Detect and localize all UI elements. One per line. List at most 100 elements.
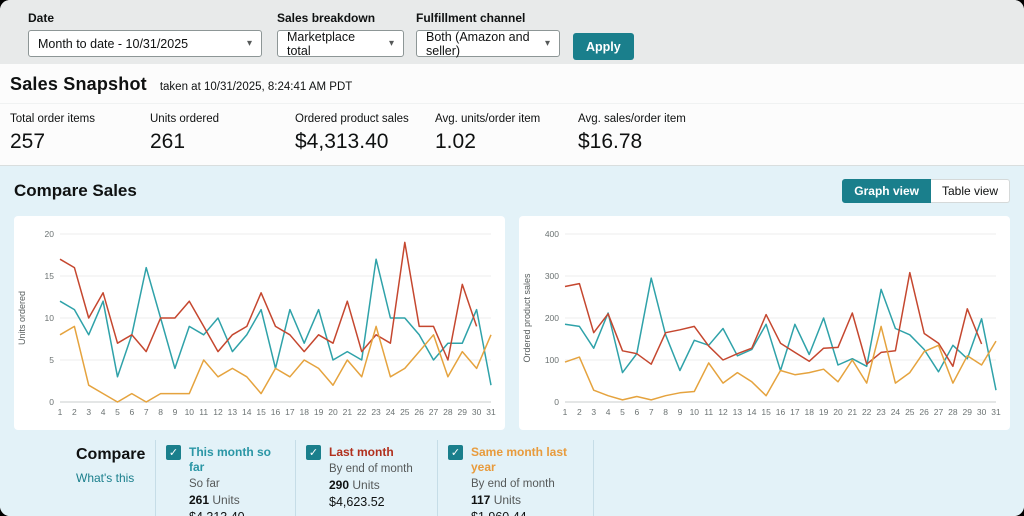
svg-text:2: 2 — [72, 407, 77, 417]
units-ordered-chart-card: 0510152012345678910111213141516171819202… — [14, 216, 505, 430]
svg-text:13: 13 — [733, 407, 743, 417]
metric-label: Avg. units/order item — [435, 113, 578, 125]
view-toggle: Graph view Table view — [842, 179, 1010, 203]
filter-bar: Date Month to date - 10/31/2025 ▾ Sales … — [0, 0, 1024, 64]
metric-label: Avg. sales/order item — [578, 113, 686, 125]
svg-text:6: 6 — [129, 407, 134, 417]
svg-text:15: 15 — [256, 407, 266, 417]
ordered-product-sales-chart: 0100200300400123456789101112131415161718… — [519, 218, 1008, 428]
svg-text:2: 2 — [577, 407, 582, 417]
chevron-down-icon: ▾ — [545, 38, 550, 49]
legend-name: This month so far — [189, 444, 285, 475]
metric-value: $16.78 — [578, 130, 686, 154]
svg-text:4: 4 — [606, 407, 611, 417]
legend-this-month: ✓ This month so far So far 261 Units $4,… — [155, 440, 295, 516]
svg-text:9: 9 — [173, 407, 178, 417]
svg-text:0: 0 — [49, 397, 54, 407]
svg-text:17: 17 — [790, 407, 800, 417]
svg-text:8: 8 — [158, 407, 163, 417]
legend-body: So far 261 Units $4,313.40 — [189, 478, 285, 516]
compare-intro: Compare What's this — [76, 440, 155, 516]
checkbox-this-month[interactable]: ✓ — [166, 445, 181, 460]
sales-breakdown-value: Marketplace total — [287, 30, 381, 58]
snapshot-timestamp: taken at 10/31/2025, 8:24:41 AM PDT — [160, 81, 352, 93]
metric-label: Ordered product sales — [295, 113, 435, 125]
metric-total-order-items: Total order items 257 — [10, 113, 150, 165]
fulfillment-filter-group: Fulfillment channel Both (Amazon and sel… — [416, 11, 560, 57]
checkbox-last-month[interactable]: ✓ — [306, 445, 321, 460]
sales-breakdown-filter-group: Sales breakdown Marketplace total ▾ — [277, 11, 404, 57]
svg-text:23: 23 — [876, 407, 886, 417]
apply-button[interactable]: Apply — [573, 33, 634, 60]
legend-name: Same month last year — [471, 444, 583, 475]
metric-value: $4,313.40 — [295, 130, 435, 154]
svg-text:22: 22 — [357, 407, 367, 417]
svg-text:1: 1 — [58, 407, 63, 417]
checkbox-same-month-last-year[interactable]: ✓ — [448, 445, 463, 460]
sales-snapshot-title: Sales Snapshot — [10, 74, 147, 95]
svg-text:30: 30 — [977, 407, 987, 417]
compare-sales-title: Compare Sales — [14, 181, 137, 201]
svg-text:18: 18 — [299, 407, 309, 417]
svg-text:11: 11 — [199, 407, 208, 417]
svg-text:16: 16 — [776, 407, 786, 417]
legend-units-value: 290 — [329, 478, 349, 492]
date-filter-label: Date — [28, 11, 262, 25]
metric-label: Units ordered — [150, 113, 295, 125]
units-ordered-chart: 0510152012345678910111213141516171819202… — [14, 218, 503, 428]
fulfillment-select[interactable]: Both (Amazon and seller) ▾ — [416, 30, 560, 57]
legend-units-word: Units — [352, 478, 379, 492]
legend-units-value: 261 — [189, 493, 209, 507]
svg-text:27: 27 — [934, 407, 944, 417]
legend-units-value: 117 — [471, 493, 490, 507]
svg-text:14: 14 — [242, 407, 252, 417]
fulfillment-value: Both (Amazon and seller) — [426, 30, 537, 58]
legend-top: ✓ Last month — [306, 444, 427, 460]
svg-text:12: 12 — [718, 407, 728, 417]
legend-name: Last month — [329, 444, 394, 460]
legend-same-month-last-year: ✓ Same month last year By end of month 1… — [437, 440, 594, 516]
svg-text:12: 12 — [213, 407, 223, 417]
date-select[interactable]: Month to date - 10/31/2025 ▾ — [28, 30, 262, 57]
legend-subtitle: By end of month — [471, 478, 583, 490]
table-view-button[interactable]: Table view — [931, 179, 1010, 203]
legend-subtitle: By end of month — [329, 463, 427, 475]
svg-text:1: 1 — [563, 407, 568, 417]
svg-text:5: 5 — [620, 407, 625, 417]
whats-this-link[interactable]: What's this — [76, 471, 134, 485]
legend-top: ✓ This month so far — [166, 444, 285, 475]
svg-text:Ordered product sales: Ordered product sales — [522, 273, 532, 363]
date-select-value: Month to date - 10/31/2025 — [38, 37, 188, 51]
svg-text:16: 16 — [271, 407, 281, 417]
svg-text:9: 9 — [678, 407, 683, 417]
svg-text:3: 3 — [86, 407, 91, 417]
svg-text:25: 25 — [905, 407, 915, 417]
compare-sales-header: Compare Sales Graph view Table view — [0, 179, 1024, 203]
svg-text:29: 29 — [458, 407, 468, 417]
metric-value: 1.02 — [435, 130, 578, 154]
svg-text:27: 27 — [429, 407, 439, 417]
svg-text:14: 14 — [747, 407, 757, 417]
svg-text:28: 28 — [948, 407, 958, 417]
svg-text:3: 3 — [591, 407, 596, 417]
compare-sales-section: Compare Sales Graph view Table view 0 5 10… — [0, 166, 1024, 516]
metric-avg-sales-order-item: Avg. sales/order item $16.78 — [578, 113, 686, 165]
legend-body: By end of month 290 Units $4,623.52 — [329, 463, 427, 509]
svg-text:29: 29 — [963, 407, 973, 417]
svg-text:100: 100 — [545, 355, 559, 365]
legend-body: By end of month 117 Units $1,960.44 — [471, 478, 583, 516]
svg-text:19: 19 — [314, 407, 324, 417]
svg-text:6: 6 — [634, 407, 639, 417]
svg-text:15: 15 — [45, 271, 55, 281]
legend-sales: $4,313.40 — [189, 510, 285, 516]
ordered-product-sales-chart-card: 0100200300400123456789101112131415161718… — [519, 216, 1010, 430]
svg-text:300: 300 — [545, 271, 559, 281]
graph-view-button[interactable]: Graph view — [842, 179, 931, 203]
legend-units: 261 Units — [189, 493, 285, 507]
svg-text:400: 400 — [545, 229, 559, 239]
svg-text:26: 26 — [414, 407, 424, 417]
legend-last-month: ✓ Last month By end of month 290 Units $… — [295, 440, 437, 516]
sales-dashboard: Date Month to date - 10/31/2025 ▾ Sales … — [0, 0, 1024, 516]
metric-ordered-product-sales: Ordered product sales $4,313.40 — [295, 113, 435, 165]
sales-breakdown-select[interactable]: Marketplace total ▾ — [277, 30, 404, 57]
